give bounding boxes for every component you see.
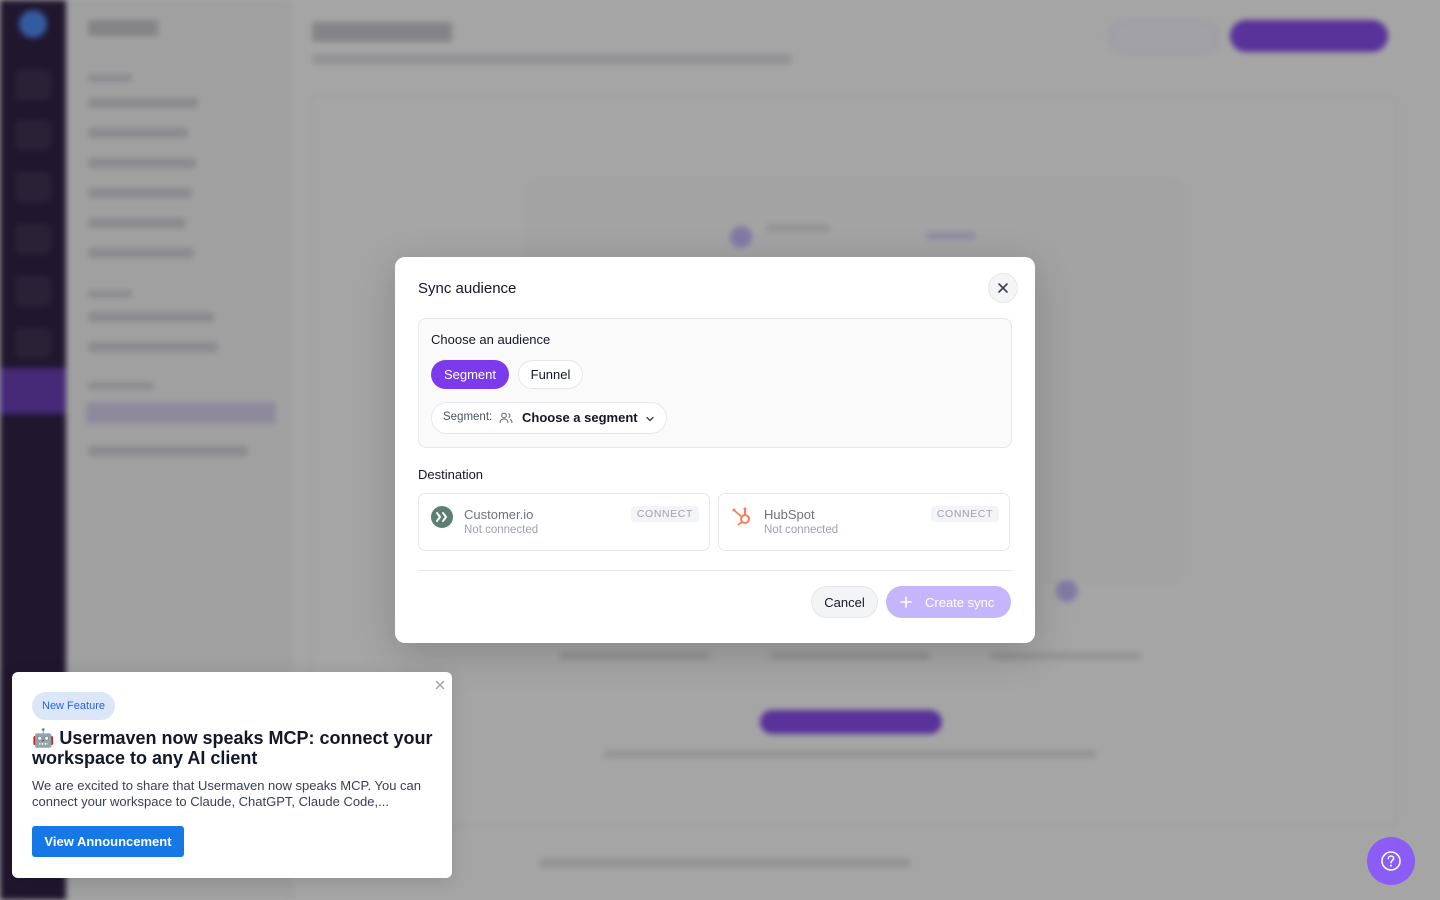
connect-button[interactable]: CONNECT bbox=[930, 506, 999, 522]
create-sync-label: Create sync bbox=[925, 594, 995, 610]
destination-name: Customer.io bbox=[464, 507, 534, 522]
help-button[interactable] bbox=[1367, 837, 1415, 885]
audience-heading: Choose an audience bbox=[431, 332, 551, 347]
users-icon bbox=[499, 411, 513, 430]
announcement-popup: New Feature 🤖 Usermaven now speaks MCP: … bbox=[12, 672, 452, 878]
customerio-logo-icon bbox=[430, 505, 454, 529]
destination-status: Not connected bbox=[764, 524, 839, 536]
destination-status: Not connected bbox=[464, 524, 539, 536]
segment-select[interactable]: Segment: Choose a segment bbox=[431, 402, 667, 434]
chevron-down-icon bbox=[644, 412, 656, 430]
close-icon[interactable] bbox=[434, 678, 446, 690]
audience-panel: Choose an audience Segment Funnel Segmen… bbox=[418, 318, 1012, 448]
modal-title: Sync audience bbox=[418, 280, 517, 297]
announcement-title: 🤖 Usermaven now speaks MCP: connect your… bbox=[32, 728, 433, 768]
connect-button[interactable]: CONNECT bbox=[630, 506, 699, 522]
announcement-body: We are excited to share that Usermaven n… bbox=[32, 778, 422, 809]
close-icon bbox=[998, 283, 1008, 293]
destination-name: HubSpot bbox=[764, 507, 815, 522]
tab-segment[interactable]: Segment bbox=[431, 360, 509, 389]
view-announcement-button[interactable]: View Announcement bbox=[32, 826, 184, 857]
destination-card-hubspot[interactable]: HubSpot Not connected CONNECT bbox=[718, 493, 1010, 551]
new-feature-badge: New Feature bbox=[32, 692, 115, 720]
tab-funnel[interactable]: Funnel bbox=[518, 360, 583, 389]
create-sync-button[interactable]: Create sync bbox=[886, 586, 1011, 618]
destination-heading: Destination bbox=[418, 467, 484, 482]
destination-card-customerio[interactable]: Customer.io Not connected CONNECT bbox=[418, 493, 710, 551]
question-icon bbox=[1381, 851, 1401, 871]
plus-icon bbox=[899, 595, 913, 609]
close-button[interactable] bbox=[988, 273, 1018, 303]
segment-select-value: Choose a segment bbox=[522, 410, 638, 425]
cancel-button[interactable]: Cancel bbox=[811, 586, 878, 618]
footer-divider bbox=[418, 570, 1012, 571]
hubspot-logo-icon bbox=[730, 505, 754, 529]
segment-select-label: Segment: bbox=[443, 411, 493, 423]
sync-audience-modal: Sync audience Choose an audience Segment… bbox=[395, 257, 1035, 643]
